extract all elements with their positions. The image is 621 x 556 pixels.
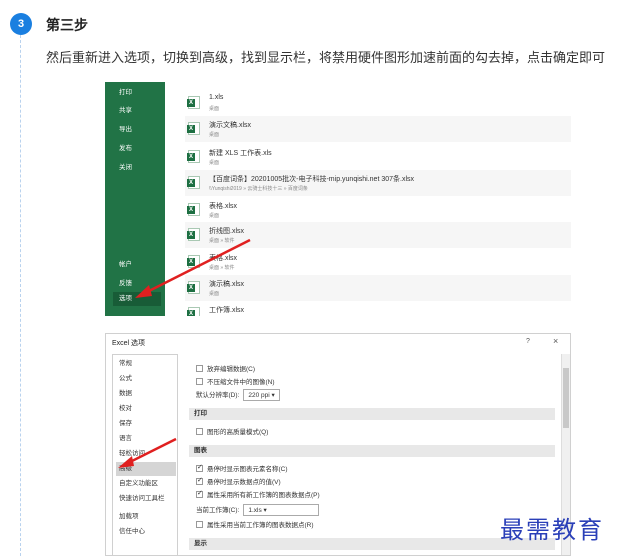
site-watermark: 最需教育 xyxy=(500,516,604,544)
step-timeline-rail xyxy=(20,30,21,556)
step-description: 然后重新进入选项，切换到高级，找到显示栏，将禁用硬件图形加速前面的勾去掉，点击确… xyxy=(46,50,606,65)
step-title: 第三步 xyxy=(46,17,88,33)
excel-backstage-screenshot: 打印 共享 导出 发布 关闭 帐户 反馈 选项 1.xls 桌面 演示文稿.xl… xyxy=(105,82,571,316)
step-number-badge: 3 xyxy=(10,13,32,35)
red-arrow-annotation xyxy=(135,238,251,298)
